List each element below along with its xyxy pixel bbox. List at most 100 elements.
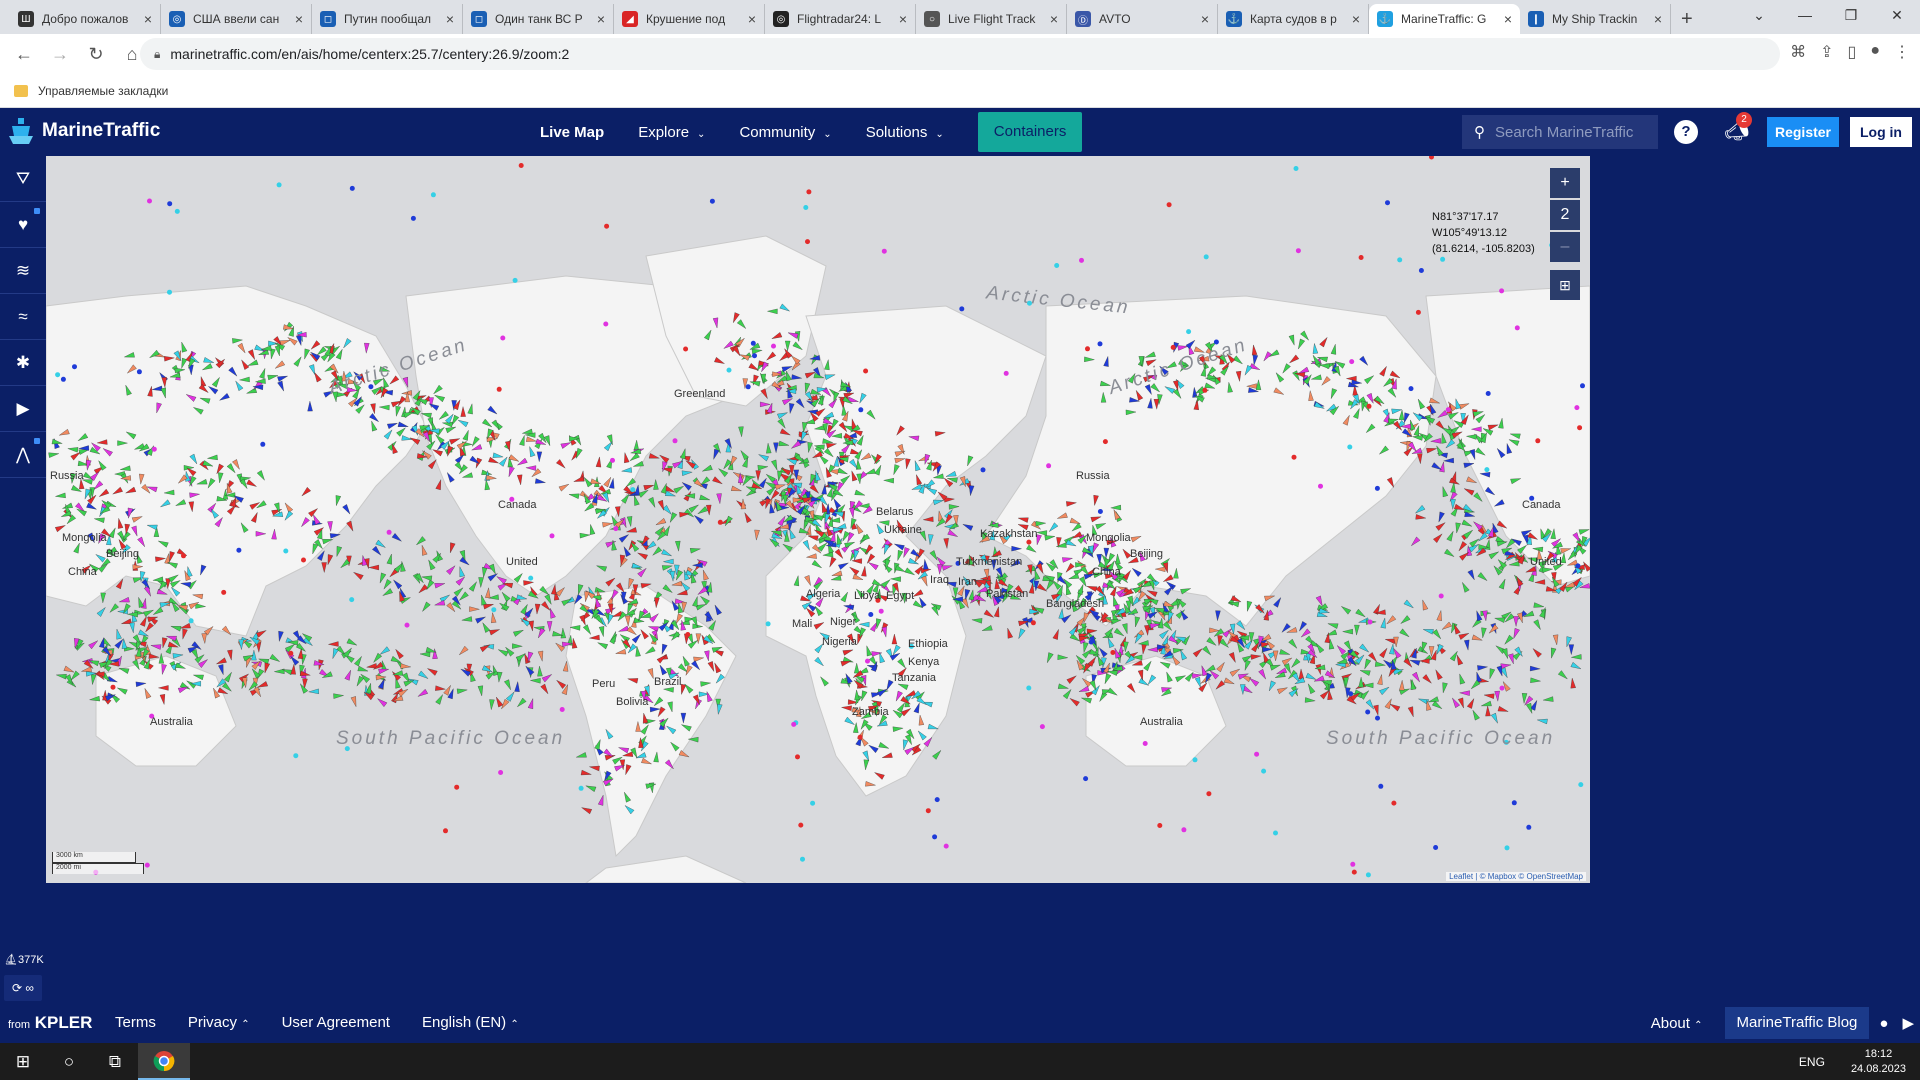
vessel-marker[interactable] xyxy=(963,589,971,600)
vessel-marker[interactable] xyxy=(983,609,995,620)
vessel-marker[interactable] xyxy=(1192,647,1204,658)
new-tab-button[interactable]: + xyxy=(1681,4,1693,34)
vessel-marker[interactable] xyxy=(1363,682,1374,689)
zoom-out-button[interactable]: – xyxy=(1550,232,1580,262)
vessel-marker[interactable] xyxy=(397,687,409,697)
vessel-anchored-marker[interactable] xyxy=(765,621,771,627)
vessel-anchored-marker[interactable] xyxy=(1318,483,1323,489)
vessel-marker[interactable] xyxy=(514,681,521,692)
vessel-marker[interactable] xyxy=(458,645,469,657)
vessel-anchored-marker[interactable] xyxy=(151,446,157,452)
vessel-marker[interactable] xyxy=(760,401,771,408)
vessel-anchored-marker[interactable] xyxy=(410,215,416,221)
vessel-marker[interactable] xyxy=(1068,696,1080,707)
vessel-marker[interactable] xyxy=(1477,572,1489,582)
search-circle-icon[interactable]: ○ xyxy=(46,1052,92,1072)
vessel-marker[interactable] xyxy=(540,683,551,695)
vessel-anchored-marker[interactable] xyxy=(858,407,864,413)
vessel-marker[interactable] xyxy=(143,608,154,617)
restore-icon[interactable]: ❐ xyxy=(1828,0,1874,30)
vessel-marker[interactable] xyxy=(1482,610,1488,621)
vessel-marker[interactable] xyxy=(1471,709,1480,721)
vessel-marker[interactable] xyxy=(129,622,136,634)
vessel-anchored-marker[interactable] xyxy=(1397,257,1403,263)
vessel-marker[interactable] xyxy=(121,618,132,626)
kpler-brand[interactable]: from KPLER xyxy=(8,1013,92,1033)
vessel-marker[interactable] xyxy=(631,562,643,570)
vessel-marker[interactable] xyxy=(948,504,960,510)
back-icon[interactable]: ← xyxy=(6,44,42,65)
vessel-marker[interactable] xyxy=(350,696,359,707)
vessel-anchored-marker[interactable] xyxy=(578,785,584,791)
browser-tab[interactable]: ❙ My Ship Trackin × xyxy=(1520,4,1671,34)
vessel-marker[interactable] xyxy=(778,440,790,448)
vessel-marker[interactable] xyxy=(1426,446,1437,454)
vessel-marker[interactable] xyxy=(757,464,769,471)
vessel-marker[interactable] xyxy=(1228,652,1238,663)
vessel-marker[interactable] xyxy=(1487,668,1496,680)
vessel-marker[interactable] xyxy=(435,693,445,705)
forward-icon[interactable]: → xyxy=(42,44,78,65)
vessel-marker[interactable] xyxy=(655,518,667,527)
vessel-anchored-marker[interactable] xyxy=(1181,827,1187,833)
vessel-anchored-marker[interactable] xyxy=(1367,619,1373,625)
vessel-anchored-marker[interactable] xyxy=(1273,830,1278,836)
vessel-anchored-marker[interactable] xyxy=(1574,405,1580,411)
vessel-marker[interactable] xyxy=(638,488,649,498)
google-play-icon[interactable]: ▶ xyxy=(1902,1014,1914,1032)
browser-tab[interactable]: ⚓ MarineTraffic: G × xyxy=(1369,4,1520,34)
tab-close-icon[interactable]: × xyxy=(1654,11,1662,27)
minimize-icon[interactable]: — xyxy=(1782,0,1828,30)
vessel-marker[interactable] xyxy=(333,693,344,699)
vessel-marker[interactable] xyxy=(418,670,429,681)
vessel-marker[interactable] xyxy=(537,666,543,677)
vessel-marker[interactable] xyxy=(1430,438,1441,444)
vessel-marker[interactable] xyxy=(576,584,584,595)
vessel-marker[interactable] xyxy=(1377,674,1384,685)
vessel-marker[interactable] xyxy=(114,628,122,640)
vessel-marker[interactable] xyxy=(1267,680,1276,692)
vessel-marker[interactable] xyxy=(1466,476,1477,485)
vessel-marker[interactable] xyxy=(255,628,267,638)
vessel-anchored-marker[interactable] xyxy=(174,208,180,214)
vessel-marker[interactable] xyxy=(1570,677,1576,689)
vessel-anchored-marker[interactable] xyxy=(404,622,410,628)
vessel-marker[interactable] xyxy=(1417,453,1423,464)
containers-button[interactable]: Containers xyxy=(977,112,1083,152)
vessel-marker[interactable] xyxy=(779,428,791,438)
vessel-anchored-marker[interactable] xyxy=(528,575,534,581)
tab-close-icon[interactable]: × xyxy=(144,11,152,27)
vessel-marker[interactable] xyxy=(88,639,99,650)
vessel-anchored-marker[interactable] xyxy=(630,487,636,493)
vessel-anchored-marker[interactable] xyxy=(1433,845,1439,850)
vessel-marker[interactable] xyxy=(227,649,234,661)
vessel-anchored-marker[interactable] xyxy=(881,248,887,254)
close-window-icon[interactable]: ✕ xyxy=(1874,0,1920,30)
vessel-marker[interactable] xyxy=(1436,511,1445,523)
vessel-marker[interactable] xyxy=(490,612,497,624)
vessel-marker[interactable] xyxy=(675,540,681,552)
vessel-marker[interactable] xyxy=(1534,579,1546,586)
vessel-marker[interactable] xyxy=(1045,652,1054,664)
nav-item-solutions[interactable]: Solutions ⌄ xyxy=(866,124,944,141)
vessel-anchored-marker[interactable] xyxy=(498,770,504,775)
browser-tab[interactable]: ◎ Flightradar24: L × xyxy=(765,4,916,34)
vessel-anchored-marker[interactable] xyxy=(1030,620,1036,626)
vessel-anchored-marker[interactable] xyxy=(613,526,619,532)
notifications-button[interactable]: 📣︎ 2 xyxy=(1724,112,1752,143)
vessel-marker[interactable] xyxy=(530,678,541,684)
vessel-marker[interactable] xyxy=(1248,632,1255,643)
vessel-anchored-marker[interactable] xyxy=(603,321,609,327)
vessel-marker[interactable] xyxy=(1313,675,1325,684)
vessel-anchored-marker[interactable] xyxy=(800,856,805,862)
vessel-marker[interactable] xyxy=(1216,661,1227,673)
vessel-marker[interactable] xyxy=(943,538,950,549)
vessel-marker[interactable] xyxy=(136,597,145,608)
vessel-anchored-marker[interactable] xyxy=(55,372,61,378)
vessel-marker[interactable] xyxy=(368,564,379,571)
vessel-marker[interactable] xyxy=(1457,697,1466,709)
browser-tab[interactable]: ○ Live Flight Track × xyxy=(916,4,1067,34)
vessel-anchored-marker[interactable] xyxy=(1085,346,1090,352)
vessel-anchored-marker[interactable] xyxy=(1186,329,1192,335)
vessel-marker[interactable] xyxy=(495,574,507,585)
